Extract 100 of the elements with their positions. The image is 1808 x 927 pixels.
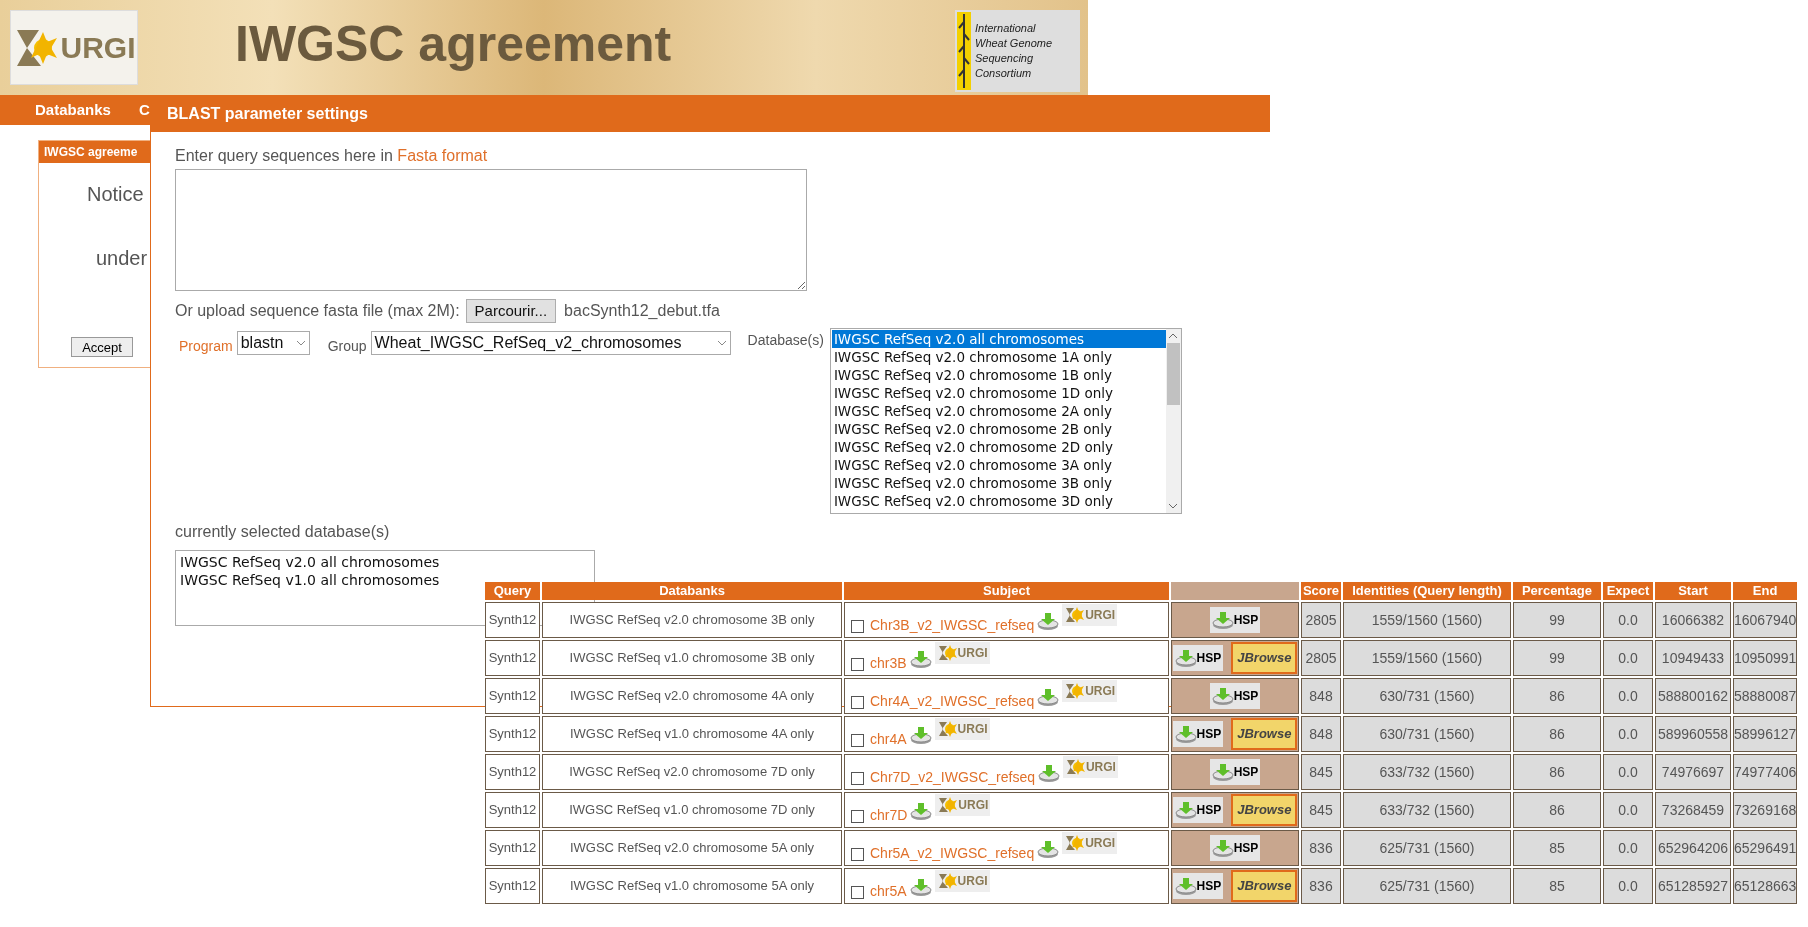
list-option[interactable]: IWGSC RefSeq v2.0 chromosome 3A only bbox=[831, 456, 1166, 474]
field-label: Database(s) bbox=[747, 331, 824, 350]
jbrowse-button[interactable]: JBrowse bbox=[1231, 870, 1298, 902]
table-cell: 651285927 bbox=[1655, 868, 1731, 904]
chevron-down-icon bbox=[716, 340, 727, 346]
table-cell: Synth12 bbox=[485, 868, 540, 904]
checkbox[interactable] bbox=[851, 620, 864, 633]
list-option[interactable]: IWGSC RefSeq v2.0 chromosome 2D only bbox=[831, 438, 1166, 456]
table-cell: 86 bbox=[1513, 716, 1601, 752]
list-option[interactable]: IWGSC RefSeq v2.0 chromosome 1D only bbox=[831, 384, 1166, 402]
hsp-button[interactable]: HSP bbox=[1172, 797, 1224, 823]
logo-text: URGI bbox=[60, 30, 136, 66]
hsp-button[interactable]: HSP bbox=[1209, 607, 1261, 633]
urgi-link[interactable]: URGI bbox=[934, 718, 990, 740]
accept-button[interactable]: Accept bbox=[71, 337, 133, 357]
table-cell: 0.0 bbox=[1603, 830, 1653, 866]
list-option[interactable]: IWGSC RefSeq v2.0 chromosome 1B only bbox=[831, 366, 1166, 384]
dropdown[interactable]: blastn bbox=[236, 331, 310, 355]
scrollbar[interactable] bbox=[1165, 329, 1181, 513]
table-cell: 0.0 bbox=[1603, 716, 1653, 752]
table-cell: Synth12 bbox=[485, 754, 540, 790]
checkbox[interactable] bbox=[851, 810, 864, 823]
table-cell: 1559/1560 (1560) bbox=[1343, 602, 1511, 638]
list-option[interactable]: IWGSC RefSeq v2.0 chromosome 3B only bbox=[831, 474, 1166, 492]
logo-text: Sequencing bbox=[975, 51, 1035, 66]
notice-text: Notice bbox=[87, 182, 144, 207]
table-cell: 65128663 bbox=[1733, 868, 1798, 904]
list-option[interactable]: IWGSC RefSeq v2.0 chromosome 3D only bbox=[831, 492, 1166, 510]
list-option[interactable]: IWGSC RefSeq v2.0 chromosome 2B only bbox=[831, 420, 1166, 438]
table-cell: 1559/1560 (1560) bbox=[1343, 640, 1511, 676]
table-cell: 633/732 (1560) bbox=[1343, 754, 1511, 790]
table-cell: 85 bbox=[1513, 868, 1601, 904]
disk-download-icon bbox=[1211, 839, 1234, 857]
table-cell: Synth12 bbox=[485, 830, 540, 866]
sun-logo-icon bbox=[936, 872, 958, 890]
table-cell: 0.0 bbox=[1603, 678, 1653, 714]
table-cell: IWGSC RefSeq v2.0 chromosome 3B only bbox=[542, 602, 842, 638]
column-header: Start bbox=[1655, 582, 1731, 600]
jbrowse-button[interactable]: JBrowse bbox=[1231, 642, 1298, 674]
urgi-link[interactable]: URGI bbox=[934, 642, 990, 664]
disk-download-icon bbox=[1211, 763, 1234, 781]
disk-download-icon bbox=[1174, 725, 1197, 743]
field-label: Program bbox=[179, 337, 233, 356]
checkbox[interactable] bbox=[851, 772, 864, 785]
checkbox[interactable] bbox=[851, 886, 864, 899]
hsp-button[interactable]: HSP bbox=[1209, 835, 1261, 861]
list-option[interactable]: IWGSC RefSeq v2.0 all chromosomes bbox=[831, 330, 1166, 348]
table-cell: 0.0 bbox=[1603, 754, 1653, 790]
checkbox[interactable] bbox=[851, 696, 864, 709]
jbrowse-button[interactable]: JBrowse bbox=[1231, 794, 1298, 826]
column-header: Score bbox=[1301, 582, 1341, 600]
urgi-link[interactable]: URGI bbox=[934, 870, 990, 892]
table-cell: IWGSC RefSeq v2.0 chromosome 4A only bbox=[542, 678, 842, 714]
table-cell: 99 bbox=[1513, 640, 1601, 676]
urgi-link[interactable]: URGI bbox=[1062, 832, 1118, 854]
urgi-link[interactable]: URGI bbox=[1062, 756, 1118, 778]
jbrowse-button[interactable]: JBrowse bbox=[1231, 718, 1298, 750]
checkbox[interactable] bbox=[851, 658, 864, 671]
sun-logo-icon bbox=[1064, 682, 1086, 700]
urgi-link[interactable]: URGI bbox=[1062, 680, 1118, 702]
urgi-link[interactable]: URGI bbox=[935, 794, 991, 816]
column-header: End bbox=[1733, 582, 1798, 600]
database-listbox[interactable] bbox=[829, 328, 1182, 514]
table-cell: 836 bbox=[1301, 830, 1341, 866]
query-prompt: Enter query sequences here in Fasta format bbox=[175, 146, 489, 166]
table-cell: 848 bbox=[1301, 716, 1341, 752]
table-cell: Synth12 bbox=[485, 792, 540, 828]
checkbox[interactable] bbox=[851, 734, 864, 747]
sun-logo-icon bbox=[1064, 834, 1086, 852]
hsp-button[interactable]: HSP bbox=[1172, 721, 1224, 747]
table-cell: IWGSC RefSeq v1.0 chromosome 4A only bbox=[542, 716, 842, 752]
scrollbar-thumb[interactable] bbox=[1166, 343, 1180, 405]
sun-logo-icon bbox=[1064, 606, 1086, 624]
table-cell: 85 bbox=[1513, 830, 1601, 866]
table-cell: 625/731 (1560) bbox=[1343, 868, 1511, 904]
hsp-button[interactable]: HSP bbox=[1209, 759, 1261, 785]
disk-download-icon bbox=[1174, 649, 1197, 667]
logo-text: Wheat Genome bbox=[975, 36, 1053, 51]
file-name: bacSynth12_debut.tfa bbox=[564, 301, 720, 321]
column-header: Databanks bbox=[542, 582, 842, 600]
column-header: Query bbox=[485, 582, 540, 600]
hsp-button[interactable]: HSP bbox=[1172, 645, 1224, 671]
table-cell: 625/731 (1560) bbox=[1343, 830, 1511, 866]
checkbox[interactable] bbox=[851, 848, 864, 861]
list-option[interactable]: IWGSC RefSeq v2.0 chromosome 1A only bbox=[831, 348, 1166, 366]
list-option[interactable]: IWGSC RefSeq v2.0 chromosome 2A only bbox=[831, 402, 1166, 420]
urgi-link[interactable]: URGI bbox=[1062, 604, 1118, 626]
upload-label: Or upload sequence fasta file (max 2M): bbox=[175, 301, 460, 321]
sun-logo-icon bbox=[936, 644, 958, 662]
dropdown[interactable]: Wheat_IWGSC_RefSeq_v2_chromosomes bbox=[370, 331, 731, 355]
panel-title: BLAST parameter settings bbox=[151, 95, 1270, 132]
table-cell: 0.0 bbox=[1603, 640, 1653, 676]
banner-title: IWGSC agreement bbox=[235, 15, 672, 74]
query-sequence-field[interactable] bbox=[175, 169, 807, 291]
hsp-button[interactable]: HSP bbox=[1172, 873, 1224, 899]
field-label: Group bbox=[327, 337, 367, 356]
browse-button[interactable]: Parcourir... bbox=[465, 299, 557, 323]
column-header: Identities (Query length) bbox=[1343, 582, 1511, 600]
hsp-button[interactable]: HSP bbox=[1209, 683, 1261, 709]
table-cell: 86 bbox=[1513, 792, 1601, 828]
